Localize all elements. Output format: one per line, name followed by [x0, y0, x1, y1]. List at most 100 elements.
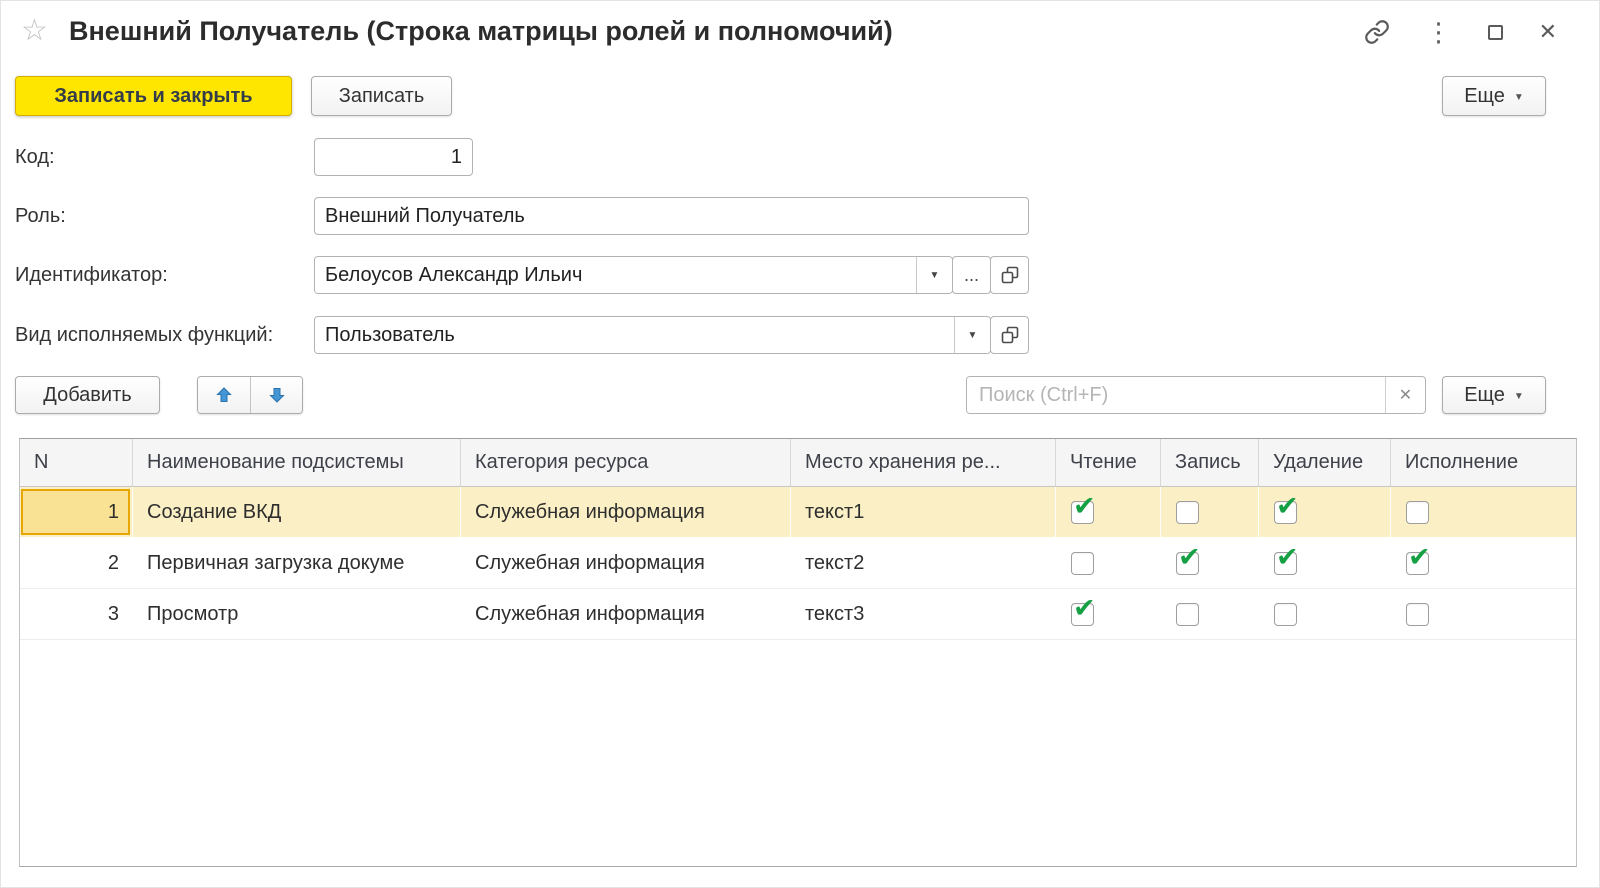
- cell-subsystem: Просмотр: [133, 589, 461, 639]
- check-icon: ✔: [1073, 493, 1096, 520]
- col-header-category[interactable]: Категория ресурса: [461, 439, 791, 486]
- code-label: Код:: [15, 138, 55, 176]
- cell-write: [1161, 487, 1259, 537]
- col-header-storage[interactable]: Место хранения ре...: [791, 439, 1056, 486]
- delete-checkbox[interactable]: ✔: [1274, 552, 1297, 575]
- check-icon: ✔: [1276, 493, 1299, 520]
- cell-read: ✔: [1056, 589, 1161, 639]
- delete-checkbox[interactable]: [1274, 603, 1297, 626]
- search-field: ✕: [966, 376, 1426, 414]
- cell-storage: текст1: [791, 487, 1056, 537]
- col-header-execute[interactable]: Исполнение: [1391, 439, 1576, 486]
- function-kind-label: Вид исполняемых функций:: [15, 316, 273, 354]
- permissions-table: N Наименование подсистемы Категория ресу…: [19, 438, 1577, 867]
- cell-write: [1161, 589, 1259, 639]
- function-kind-input[interactable]: [315, 317, 954, 353]
- cell-delete: ✔: [1259, 538, 1391, 588]
- add-row-button[interactable]: Добавить: [15, 376, 160, 414]
- focused-cell: 1: [21, 489, 130, 535]
- cell-write: ✔: [1161, 538, 1259, 588]
- cell-storage: текст3: [791, 589, 1056, 639]
- function-kind-open-button[interactable]: [990, 316, 1029, 354]
- role-matrix-row-window: ☆ Внешний Получатель (Строка матрицы рол…: [0, 0, 1600, 888]
- window-controls: ⋮ ✕: [1364, 19, 1557, 45]
- maximize-square: [1488, 25, 1503, 40]
- cell-subsystem: Первичная загрузка докуме: [133, 538, 461, 588]
- col-header-write[interactable]: Запись: [1161, 439, 1259, 486]
- move-up-icon: [214, 385, 234, 405]
- read-checkbox[interactable]: ✔: [1071, 501, 1094, 524]
- cell-read: ✔: [1056, 487, 1161, 537]
- more-button-table[interactable]: Еще ▼: [1442, 376, 1546, 414]
- favorite-star-icon[interactable]: ☆: [21, 13, 48, 48]
- save-and-close-button[interactable]: Записать и закрыть: [15, 76, 292, 116]
- open-icon: [1000, 265, 1020, 285]
- col-header-delete[interactable]: Удаление: [1259, 439, 1391, 486]
- move-up-button[interactable]: [198, 377, 250, 413]
- table-header-row: N Наименование подсистемы Категория ресу…: [20, 439, 1576, 487]
- col-header-n[interactable]: N: [20, 439, 133, 486]
- table-row[interactable]: 2 Первичная загрузка докуме Служебная ин…: [20, 538, 1576, 589]
- execute-checkbox[interactable]: [1406, 501, 1429, 524]
- role-label: Роль:: [15, 197, 66, 235]
- cell-n: 3: [20, 589, 133, 639]
- cell-execute: [1391, 589, 1576, 639]
- more-button-table-label: Еще: [1464, 384, 1505, 407]
- function-kind-field: ▼: [314, 316, 991, 354]
- cell-subsystem: Создание ВКД: [133, 487, 461, 537]
- open-icon: [1000, 325, 1020, 345]
- write-checkbox[interactable]: ✔: [1176, 552, 1199, 575]
- delete-checkbox[interactable]: ✔: [1274, 501, 1297, 524]
- identifier-dropdown-icon[interactable]: ▼: [916, 257, 952, 293]
- read-checkbox[interactable]: [1071, 552, 1094, 575]
- window-title: Внешний Получатель (Строка матрицы ролей…: [69, 16, 893, 47]
- cell-category: Служебная информация: [461, 487, 791, 537]
- write-checkbox[interactable]: [1176, 501, 1199, 524]
- cell-delete: ✔: [1259, 487, 1391, 537]
- identifier-choose-button[interactable]: ...: [952, 256, 991, 294]
- identifier-input[interactable]: [315, 257, 916, 293]
- cell-storage: текст2: [791, 538, 1056, 588]
- chevron-down-icon: ▼: [1514, 391, 1524, 402]
- more-button-top[interactable]: Еще ▼: [1442, 76, 1546, 116]
- table-row[interactable]: 1 Создание ВКД Служебная информация текс…: [20, 487, 1576, 538]
- check-icon: ✔: [1073, 595, 1096, 622]
- close-icon[interactable]: ✕: [1539, 19, 1557, 45]
- cell-execute: ✔: [1391, 538, 1576, 588]
- col-header-subsystem[interactable]: Наименование подсистемы: [133, 439, 461, 486]
- check-icon: ✔: [1276, 544, 1299, 571]
- cell-read: [1056, 538, 1161, 588]
- move-down-button[interactable]: [250, 377, 302, 413]
- cell-delete: [1259, 589, 1391, 639]
- read-checkbox[interactable]: ✔: [1071, 603, 1094, 626]
- chevron-down-icon: ▼: [1514, 92, 1524, 103]
- kebab-menu-icon[interactable]: ⋮: [1426, 19, 1452, 45]
- execute-checkbox[interactable]: ✔: [1406, 552, 1429, 575]
- execute-checkbox[interactable]: [1406, 603, 1429, 626]
- check-icon: ✔: [1408, 544, 1431, 571]
- cell-category: Служебная информация: [461, 589, 791, 639]
- maximize-icon[interactable]: [1488, 25, 1503, 40]
- cell-n: 2: [20, 538, 133, 588]
- check-icon: ✔: [1178, 544, 1201, 571]
- cell-category: Служебная информация: [461, 538, 791, 588]
- col-header-read[interactable]: Чтение: [1056, 439, 1161, 486]
- role-input[interactable]: [314, 197, 1029, 235]
- move-down-icon: [267, 385, 287, 405]
- table-row[interactable]: 3 Просмотр Служебная информация текст3 ✔: [20, 589, 1576, 640]
- save-button[interactable]: Записать: [311, 76, 452, 116]
- identifier-open-button[interactable]: [990, 256, 1029, 294]
- identifier-label: Идентификатор:: [15, 256, 168, 294]
- write-checkbox[interactable]: [1176, 603, 1199, 626]
- cell-n: 1: [20, 487, 133, 537]
- table-empty-area: [20, 640, 1576, 866]
- identifier-field: ▼: [314, 256, 953, 294]
- more-button-top-label: Еще: [1464, 85, 1505, 108]
- code-input[interactable]: [314, 138, 473, 176]
- search-clear-icon[interactable]: ✕: [1385, 377, 1425, 413]
- link-icon[interactable]: [1364, 19, 1390, 45]
- move-row-buttons: [197, 376, 303, 414]
- cell-execute: [1391, 487, 1576, 537]
- function-kind-dropdown-icon[interactable]: ▼: [954, 317, 990, 353]
- search-input[interactable]: [967, 377, 1385, 413]
